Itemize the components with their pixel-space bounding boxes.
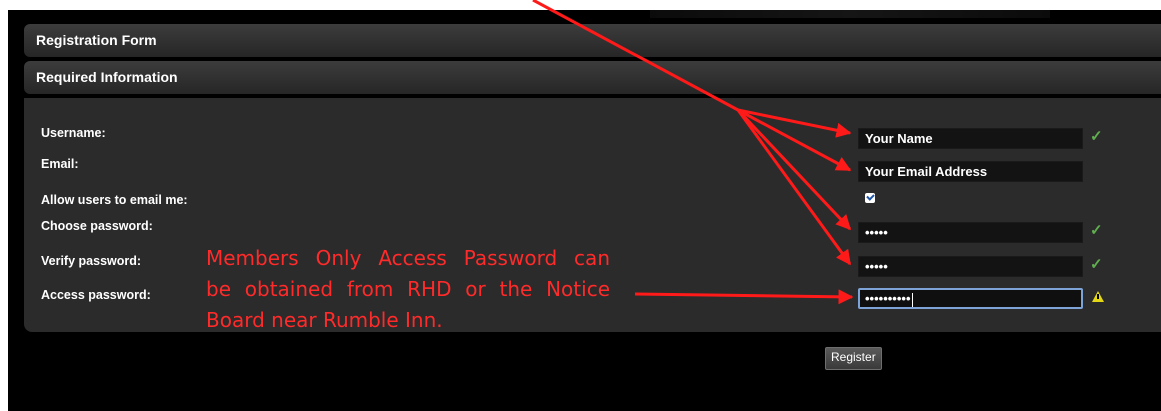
arrow-from-top: [532, 0, 739, 112]
arrow-to-email: [737, 108, 852, 172]
arrow-to-choose-password: [736, 108, 852, 231]
arrow-to-verify-password: [736, 109, 852, 266]
arrow-to-access-password: [634, 289, 854, 305]
screenshot-page: Registration Form Required Information U…: [0, 0, 1161, 411]
annotation-arrows: [532, 0, 854, 305]
